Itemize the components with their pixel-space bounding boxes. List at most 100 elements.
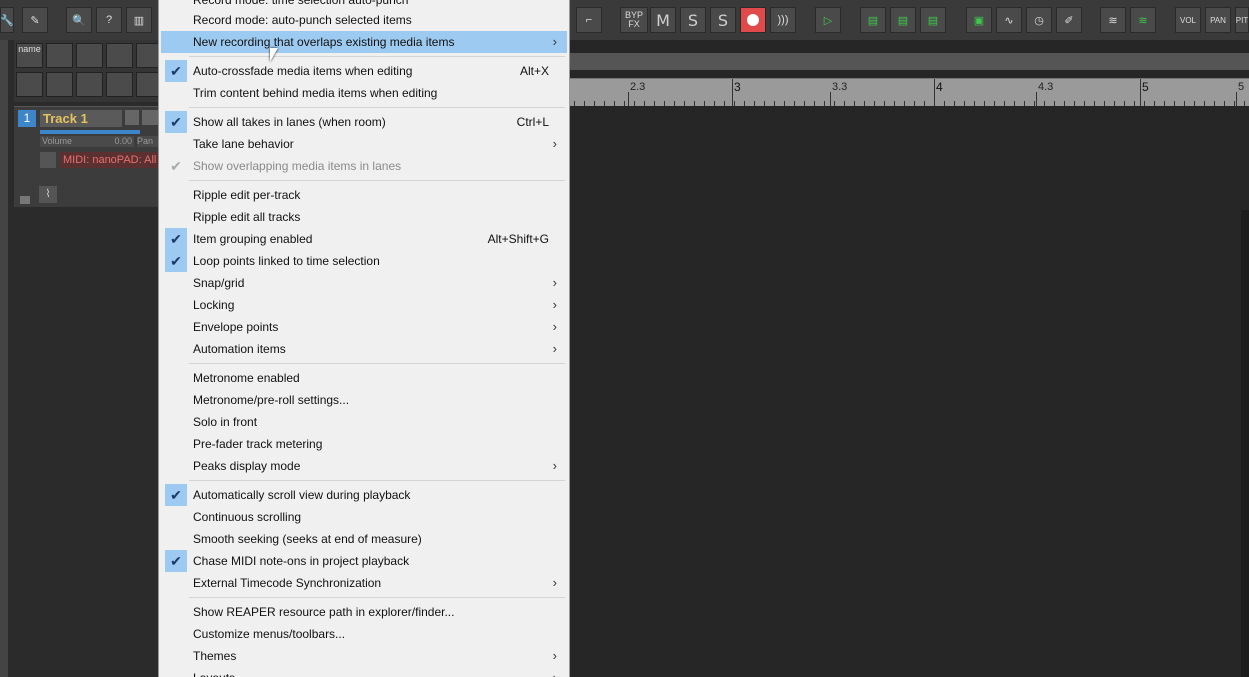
track-fx-icon[interactable] bbox=[142, 110, 158, 125]
midi-input-label[interactable]: MIDI: nanoPAD: All c bbox=[60, 152, 158, 168]
track-name[interactable]: Track 1 bbox=[40, 110, 122, 127]
routing-icon[interactable] bbox=[46, 72, 73, 97]
pan-label[interactable]: Pan bbox=[137, 136, 158, 147]
submenu-arrow-icon: › bbox=[552, 297, 557, 312]
menu-item-label: Ripple edit per-track bbox=[193, 188, 301, 202]
wrench-icon[interactable]: 🔧 bbox=[0, 7, 14, 33]
menu-item[interactable]: Metronome enabled bbox=[161, 367, 567, 389]
track-phase-icon[interactable] bbox=[125, 110, 139, 125]
menu-separator bbox=[189, 56, 565, 57]
menu-item[interactable]: Ripple edit all tracks bbox=[161, 206, 567, 228]
envelope-icon[interactable] bbox=[76, 43, 103, 68]
tree-icon[interactable] bbox=[106, 72, 133, 97]
pitch-envelope-button[interactable]: PIT bbox=[1235, 7, 1249, 33]
ruler-tick bbox=[1236, 92, 1237, 106]
color-bars-icon[interactable]: ▥ bbox=[126, 7, 152, 33]
vol-envelope-button[interactable]: VOL bbox=[1175, 7, 1201, 33]
zoom-icon[interactable]: 🔍 bbox=[66, 7, 92, 33]
item-move-icon[interactable]: ▣ bbox=[966, 7, 992, 33]
brush-icon[interactable]: ✎ bbox=[22, 7, 48, 33]
waveform-icon[interactable]: ∿ bbox=[996, 7, 1022, 33]
menu-item-label: Ripple edit all tracks bbox=[193, 210, 301, 224]
menu-item[interactable]: ✔ Show all takes in lanes (when room) Ctrl… bbox=[161, 111, 567, 133]
play-marker-icon[interactable]: ▷ bbox=[815, 7, 841, 33]
ruler-tick bbox=[830, 92, 831, 106]
timeline-region-bar[interactable] bbox=[570, 53, 1249, 70]
vertical-scrollbar[interactable] bbox=[1241, 210, 1249, 677]
menu-item[interactable]: Ripple edit per-track bbox=[161, 184, 567, 206]
menu-item[interactable]: Pre-fader track metering bbox=[161, 433, 567, 455]
ruler-label: 2.3 bbox=[630, 81, 646, 93]
record-button[interactable] bbox=[740, 7, 766, 33]
menu-item-shortcut: Alt+X bbox=[519, 64, 549, 78]
name-button[interactable]: name bbox=[16, 43, 43, 68]
menu-item[interactable]: Take lane behavior › bbox=[161, 133, 567, 155]
stopwatch-icon[interactable]: ◷ bbox=[1026, 7, 1052, 33]
menu-item[interactable]: ✔ Auto-crossfade media items when editing… bbox=[161, 60, 567, 82]
menu-item[interactable]: Customize menus/toolbars... bbox=[161, 623, 567, 645]
volume-meter[interactable] bbox=[40, 130, 140, 134]
ruler-tick bbox=[628, 92, 629, 106]
bypass-fx-button[interactable]: BYP FX bbox=[620, 7, 648, 33]
envelope-ff-icon[interactable]: ≋ bbox=[1100, 7, 1126, 33]
menu-item-label: Locking bbox=[193, 298, 235, 312]
broadcast-icon[interactable]: ))) bbox=[770, 7, 796, 33]
menu-item[interactable]: Envelope points › bbox=[161, 316, 567, 338]
menu-item-label: External Timecode Synchronization bbox=[193, 576, 382, 590]
pencil-icon[interactable]: ✐ bbox=[1056, 7, 1082, 33]
menu-item: ✔ Show overlapping media items in lanes bbox=[161, 155, 567, 177]
node-icon[interactable] bbox=[106, 43, 133, 68]
envelope-toggle-icon[interactable]: ⌇ bbox=[39, 186, 57, 203]
menu-item[interactable]: Peaks display mode › bbox=[161, 455, 567, 477]
menu-item[interactable]: Continuous scrolling bbox=[161, 506, 567, 528]
menu-item[interactable]: Snap/grid › bbox=[161, 272, 567, 294]
track-number[interactable]: 1 bbox=[18, 110, 36, 127]
grid-icon[interactable] bbox=[76, 72, 103, 97]
track-render-icon[interactable]: ▤ bbox=[920, 7, 946, 33]
menu-item-label: Themes bbox=[193, 649, 237, 663]
menu-item-label: Smooth seeking (seeks at end of measure) bbox=[193, 532, 422, 546]
menu-item[interactable]: Metronome/pre-roll settings... bbox=[161, 389, 567, 411]
submenu-arrow-icon: › bbox=[552, 648, 557, 663]
volume-value: 0.00 bbox=[114, 136, 132, 146]
menu-item[interactable]: Smooth seeking (seeks at end of measure) bbox=[161, 528, 567, 550]
checkmark-icon: ✔ bbox=[165, 228, 187, 250]
envelope-green-icon[interactable]: ≋ bbox=[1130, 7, 1156, 33]
track-insert-icon[interactable]: ▤ bbox=[890, 7, 916, 33]
input-monitor-icon[interactable] bbox=[40, 152, 56, 168]
menu-item[interactable]: External Timecode Synchronization › bbox=[161, 572, 567, 594]
volume-label: Volume bbox=[42, 136, 73, 146]
menu-item[interactable]: ✔ Item grouping enabled Alt+Shift+G bbox=[161, 228, 567, 250]
menu-item[interactable]: Automation items › bbox=[161, 338, 567, 360]
menu-item[interactable]: Themes › bbox=[161, 645, 567, 667]
menu-item-label: Show overlapping media items in lanes bbox=[193, 159, 402, 173]
menu-item[interactable]: Record mode: auto-punch selected items bbox=[161, 9, 567, 31]
menu-item[interactable]: Show REAPER resource path in explorer/fi… bbox=[161, 601, 567, 623]
pan-envelope-button[interactable]: PAN bbox=[1205, 7, 1231, 33]
mute-button[interactable]: M bbox=[650, 7, 676, 33]
solo-defeat-button[interactable]: S bbox=[710, 7, 736, 33]
menu-item-shortcut: Ctrl+L bbox=[516, 115, 549, 129]
mixer-icon[interactable] bbox=[16, 72, 43, 97]
menu-separator bbox=[189, 180, 565, 181]
menu-item[interactable]: ✔ Loop points linked to time selection bbox=[161, 250, 567, 272]
eye-icon[interactable] bbox=[46, 43, 73, 68]
menu-item[interactable]: ✔ Chase MIDI note-ons in project playback bbox=[161, 550, 567, 572]
arrange-view[interactable] bbox=[570, 106, 1249, 677]
menu-item-label: Item grouping enabled bbox=[193, 232, 313, 246]
menu-item[interactable]: Locking › bbox=[161, 294, 567, 316]
solo-button[interactable]: S bbox=[680, 7, 706, 33]
checkmark-icon: ✔ bbox=[165, 60, 187, 82]
menu-item-label: Peaks display mode bbox=[193, 459, 301, 473]
track-add-icon[interactable]: ▤ bbox=[860, 7, 886, 33]
help-icon[interactable]: ? bbox=[96, 7, 122, 33]
loop-icon[interactable]: ⌐ bbox=[576, 7, 602, 33]
menu-item[interactable]: Solo in front bbox=[161, 411, 567, 433]
timeline-ruler[interactable]: 2.3 3 3.3 4 4.3 5 5 bbox=[570, 78, 1249, 106]
menu-item[interactable]: New recording that overlaps existing med… bbox=[161, 31, 567, 53]
menu-item[interactable]: Layouts › bbox=[161, 667, 567, 677]
menu-item[interactable]: ✔ Automatically scroll view during playba… bbox=[161, 484, 567, 506]
menu-item-label: Metronome enabled bbox=[193, 371, 300, 385]
menu-item[interactable]: Trim content behind media items when edi… bbox=[161, 82, 567, 104]
volume-fader[interactable]: Volume 0.00 bbox=[40, 136, 134, 147]
